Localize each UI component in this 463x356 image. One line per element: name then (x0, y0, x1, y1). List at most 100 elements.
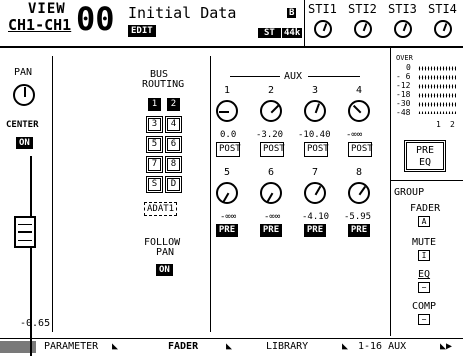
pre-eq-label-2: EQ (418, 157, 432, 168)
aux-1-number: 1 (224, 85, 231, 96)
routing-bus-8[interactable]: 8 (165, 156, 182, 173)
aux-8-number: 8 (356, 167, 363, 178)
aux-4-mode-button[interactable]: POST (348, 142, 373, 157)
routing-stereo[interactable]: S (146, 176, 163, 193)
edit-indicator: EDIT (128, 25, 156, 37)
pan-value: CENTER (6, 120, 39, 130)
meter-channel-2: 2 (450, 120, 455, 129)
aux-4-number: 4 (356, 85, 363, 96)
tab-separator-icon-2: ◣ (226, 341, 233, 352)
aux-2-knob[interactable] (260, 100, 282, 122)
group-mute-indicator[interactable]: I (418, 250, 430, 261)
aux-1-knob[interactable] (216, 100, 238, 122)
routing-bus-4[interactable]: 4 (165, 116, 182, 133)
aux-divider (390, 48, 391, 336)
aux-1-mode-button[interactable]: POST (216, 142, 241, 157)
aux-6-mode-button[interactable]: PRE (260, 224, 282, 237)
stereo-indicator: ST (258, 28, 281, 38)
pan-knob[interactable] (13, 84, 35, 106)
routing-bus-3[interactable]: 3 (146, 116, 163, 133)
group-comp-label: COMP (412, 301, 437, 312)
st-input-1-label: STI1 (308, 2, 337, 16)
tab-separator-icon-3: ◣ (342, 341, 349, 352)
b-indicator: B (287, 8, 297, 18)
aux-title-rule (230, 76, 280, 77)
aux-title: AUX (284, 71, 303, 82)
meter-channel-1: 1 (436, 120, 441, 129)
aux-6-knob[interactable] (260, 182, 282, 204)
st-input-4-label: STI4 (428, 2, 457, 16)
aux-2-number: 2 (268, 85, 275, 96)
adat-output-button[interactable]: ADAT1 (144, 202, 178, 216)
tab-library[interactable]: LIBRARY (266, 341, 308, 353)
meter-dots (418, 64, 456, 114)
aux-5-mode-button[interactable]: PRE (216, 224, 238, 237)
pan-label: PAN (14, 67, 33, 78)
header-bar: VIEW CH1-CH1 00 Initial Data EDIT B ST 4… (0, 0, 463, 46)
aux-5-knob[interactable] (216, 182, 238, 204)
left-divider (52, 56, 53, 332)
group-comp-indicator[interactable]: − (418, 314, 430, 325)
group-rule (390, 180, 463, 181)
group-title: GROUP (394, 187, 425, 198)
channel-on-button[interactable]: ON (16, 137, 33, 149)
header-rule (0, 46, 463, 48)
aux-8-value: -5.95 (344, 212, 372, 222)
routing-direct[interactable]: D (165, 176, 182, 193)
aux-3-value: -10.40 (298, 130, 331, 140)
aux-4-value: -∞∞ (346, 130, 363, 140)
aux-7-value: -4.10 (302, 212, 330, 222)
tab-bar-dither (0, 341, 36, 353)
aux-3-mode-button[interactable]: POST (304, 142, 329, 157)
routing-bus-7[interactable]: 7 (146, 156, 163, 173)
aux-7-mode-button[interactable]: PRE (304, 224, 326, 237)
aux-6-number: 6 (268, 167, 275, 178)
tab-scroll-right-icon[interactable]: ◣▶ (440, 341, 452, 353)
routing-bus-1[interactable]: 1 (148, 98, 161, 111)
meter-over-label: OVER (396, 54, 413, 62)
channel-range: CH1-CH1 (8, 16, 72, 34)
tab-fader[interactable]: FADER (168, 341, 198, 353)
bus-routing-panel: BUS ROUTING 1 2 3 4 5 6 7 8 S D ADAT1 FO… (136, 56, 208, 336)
pan-fader-strip: PAN CENTER ON -0.65 (4, 56, 50, 356)
meter-scale-6: - 6 (396, 72, 411, 81)
tab-separator-icon: ◣ (112, 341, 119, 352)
scene-name: Initial Data (128, 4, 237, 22)
aux-5-number: 5 (224, 167, 231, 178)
group-panel: GROUP FADER A MUTE I EQ − COMP − (392, 184, 463, 334)
meter-scale-0: 0 (406, 63, 411, 72)
aux-3-knob[interactable] (304, 100, 326, 122)
meter-scale-48: -48 (396, 108, 411, 117)
st-input-1-knob[interactable] (314, 20, 332, 38)
aux-6-value: -∞∞ (264, 212, 281, 222)
group-eq-label: EQ (418, 269, 431, 280)
aux-2-mode-button[interactable]: POST (260, 142, 285, 157)
scene-number[interactable]: 00 (76, 2, 115, 36)
aux-7-knob[interactable] (304, 182, 326, 204)
group-fader-indicator[interactable]: A (418, 216, 430, 227)
tab-bar-rule (0, 338, 463, 339)
routing-bus-6[interactable]: 6 (165, 136, 182, 153)
st-input-2-knob[interactable] (354, 20, 372, 38)
aux-3-number: 3 (312, 85, 319, 96)
pre-eq-button[interactable]: PRE EQ (404, 140, 446, 172)
sample-rate-indicator: 44k (282, 28, 303, 38)
view-title: VIEW (28, 1, 66, 17)
aux-5-value: -∞∞ (220, 212, 237, 222)
aux-8-mode-button[interactable]: PRE (348, 224, 370, 237)
aux-7-number: 7 (312, 167, 319, 178)
routing-bus-2[interactable]: 2 (167, 98, 180, 111)
routing-bus-5[interactable]: 5 (146, 136, 163, 153)
st-input-3-knob[interactable] (394, 20, 412, 38)
group-eq-indicator[interactable]: − (418, 282, 430, 293)
aux-2-value: -3.20 (256, 130, 284, 140)
tab-parameter[interactable]: PARAMETER (44, 341, 98, 353)
meter-scale-18: -18 (396, 90, 411, 99)
st-input-3-label: STI3 (388, 2, 417, 16)
tab-aux[interactable]: 1-16 AUX (358, 341, 406, 353)
fader-cap[interactable] (14, 216, 36, 248)
st-input-4-knob[interactable] (434, 20, 452, 38)
follow-pan-on-button[interactable]: ON (156, 264, 173, 276)
aux-4-knob[interactable] (348, 100, 370, 122)
aux-8-knob[interactable] (348, 182, 370, 204)
